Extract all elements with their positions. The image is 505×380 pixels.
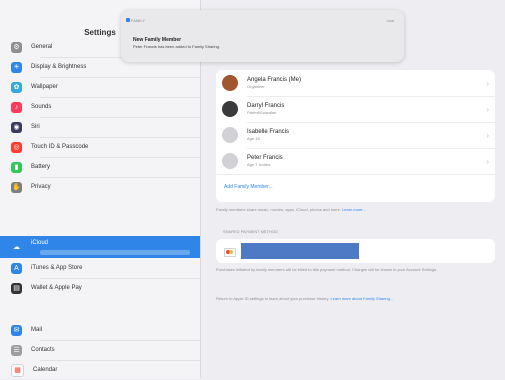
family-member-row[interactable]: Darryl Francis Parent/Guardian › bbox=[216, 97, 495, 121]
display-icon: ☀ bbox=[11, 61, 22, 73]
notification-banner[interactable]: FAMILY now New Family Member Peter Franc… bbox=[121, 10, 404, 62]
family-member-row[interactable]: Isabelle Francis Age 15 › bbox=[216, 123, 495, 147]
divider bbox=[216, 174, 495, 175]
sidebar-item-battery[interactable]: ▮ Battery bbox=[0, 157, 200, 177]
avatar bbox=[222, 127, 238, 143]
payment-note: Purchases initiated by family members wi… bbox=[216, 267, 438, 272]
redacted-payment-bar bbox=[241, 243, 359, 259]
notification-body: Peter Francis has been added to Family S… bbox=[133, 44, 220, 49]
family-footer-text: Family members share music, movies, apps… bbox=[216, 207, 496, 213]
fingerprint-icon: ◎ bbox=[11, 141, 22, 153]
wallpaper-icon: ✿ bbox=[11, 81, 22, 93]
member-role: Organizer bbox=[247, 84, 265, 89]
sidebar-item-label: Siri bbox=[31, 124, 40, 130]
chevron-right-icon: › bbox=[486, 105, 489, 114]
sidebar-item-label: iTunes & App Store bbox=[31, 265, 83, 271]
member-name: Angela Francis (Me) bbox=[247, 77, 302, 83]
member-role: Parent/Guardian bbox=[247, 110, 277, 115]
sidebar-item-label: Mail bbox=[31, 327, 43, 333]
card-icon bbox=[224, 248, 236, 257]
add-family-member-link[interactable]: Add Family Member... bbox=[224, 184, 273, 190]
avatar bbox=[222, 101, 238, 117]
avatar bbox=[222, 75, 238, 91]
sidebar-item-label: Calendar bbox=[33, 367, 58, 373]
sidebar-item-siri[interactable]: ◉ Siri bbox=[0, 117, 200, 137]
payment-section-header: SHARED PAYMENT METHOD bbox=[223, 229, 278, 234]
bottom-note: Return to Apple ID settings to learn abo… bbox=[216, 296, 330, 301]
sidebar-item-label: Sounds bbox=[31, 104, 52, 110]
sidebar-item-label: iCloud bbox=[31, 240, 49, 246]
hand-icon: ✋ bbox=[11, 181, 22, 193]
sidebar-item-mail[interactable]: ✉ Mail bbox=[0, 320, 200, 340]
sidebar-item-label: General bbox=[31, 44, 53, 50]
siri-icon: ◉ bbox=[11, 121, 22, 133]
family-member-row[interactable]: Angela Francis (Me) Organizer › bbox=[216, 71, 495, 95]
sidebar-item-wallpaper[interactable]: ✿ Wallpaper bbox=[0, 77, 200, 97]
calendar-icon: ▦ bbox=[11, 363, 24, 377]
avatar bbox=[222, 153, 238, 169]
sidebar-item-label: Display & Brightness bbox=[31, 64, 87, 70]
member-name: Darryl Francis bbox=[247, 103, 285, 109]
family-sharing-link[interactable]: Learn more about Family Sharing... bbox=[330, 296, 393, 301]
member-role: Age 15 bbox=[247, 136, 260, 141]
notification-time: now bbox=[386, 18, 394, 23]
family-app-icon bbox=[126, 18, 130, 22]
chevron-right-icon: › bbox=[486, 157, 489, 166]
mail-icon: ✉ bbox=[11, 324, 22, 336]
family-member-row[interactable]: Peter Francis Age 7 Invited › bbox=[216, 149, 495, 173]
contacts-icon: ☰ bbox=[11, 344, 22, 356]
chevron-right-icon: › bbox=[486, 131, 489, 140]
gear-icon: ⚙ bbox=[11, 41, 22, 53]
sidebar-item-calendar[interactable]: ▦ Calendar bbox=[0, 360, 200, 380]
sidebar-item-label: Contacts bbox=[31, 347, 55, 353]
app-store-icon: A bbox=[11, 262, 22, 274]
learn-more-link[interactable]: Learn more... bbox=[342, 207, 366, 212]
sidebar-item-touch-id[interactable]: ◎ Touch ID & Passcode bbox=[0, 137, 200, 157]
chevron-right-icon: › bbox=[486, 79, 489, 88]
sounds-icon: ♪ bbox=[11, 101, 22, 113]
card-logo-right bbox=[229, 250, 233, 254]
sidebar-item-contacts[interactable]: ☰ Contacts bbox=[0, 340, 200, 360]
member-role: Age 7 Invited bbox=[247, 162, 271, 167]
sidebar-item-label: Wallpaper bbox=[31, 84, 58, 90]
sidebar-item-label: Privacy bbox=[31, 184, 51, 190]
sidebar-item-sounds[interactable]: ♪ Sounds bbox=[0, 97, 200, 117]
bottom-note-text: Return to Apple ID settings to learn abo… bbox=[216, 296, 498, 302]
sidebar-item-wallet[interactable]: ▤ Wallet & Apple Pay bbox=[0, 278, 200, 298]
footer-text: Family members share music, movies, apps… bbox=[216, 207, 341, 212]
sidebar-item-label: Wallet & Apple Pay bbox=[31, 285, 82, 291]
member-name: Peter Francis bbox=[247, 155, 283, 161]
member-name: Isabelle Francis bbox=[247, 129, 290, 135]
battery-icon: ▮ bbox=[11, 161, 22, 173]
family-members-card: Angela Francis (Me) Organizer › Darryl F… bbox=[216, 70, 495, 202]
sidebar-item-label: Touch ID & Passcode bbox=[31, 144, 89, 150]
wallet-icon: ▤ bbox=[11, 282, 22, 294]
redacted-account-bar bbox=[40, 250, 190, 255]
sidebar-item-itunes[interactable]: A iTunes & App Store bbox=[0, 258, 200, 278]
notification-title: New Family Member bbox=[133, 37, 182, 43]
cloud-icon: ☁ bbox=[11, 241, 22, 253]
sidebar-item-privacy[interactable]: ✋ Privacy bbox=[0, 177, 200, 197]
payment-method-card[interactable] bbox=[216, 239, 495, 263]
sidebar-item-label: Battery bbox=[31, 164, 51, 170]
notification-app-name: FAMILY bbox=[131, 18, 145, 23]
